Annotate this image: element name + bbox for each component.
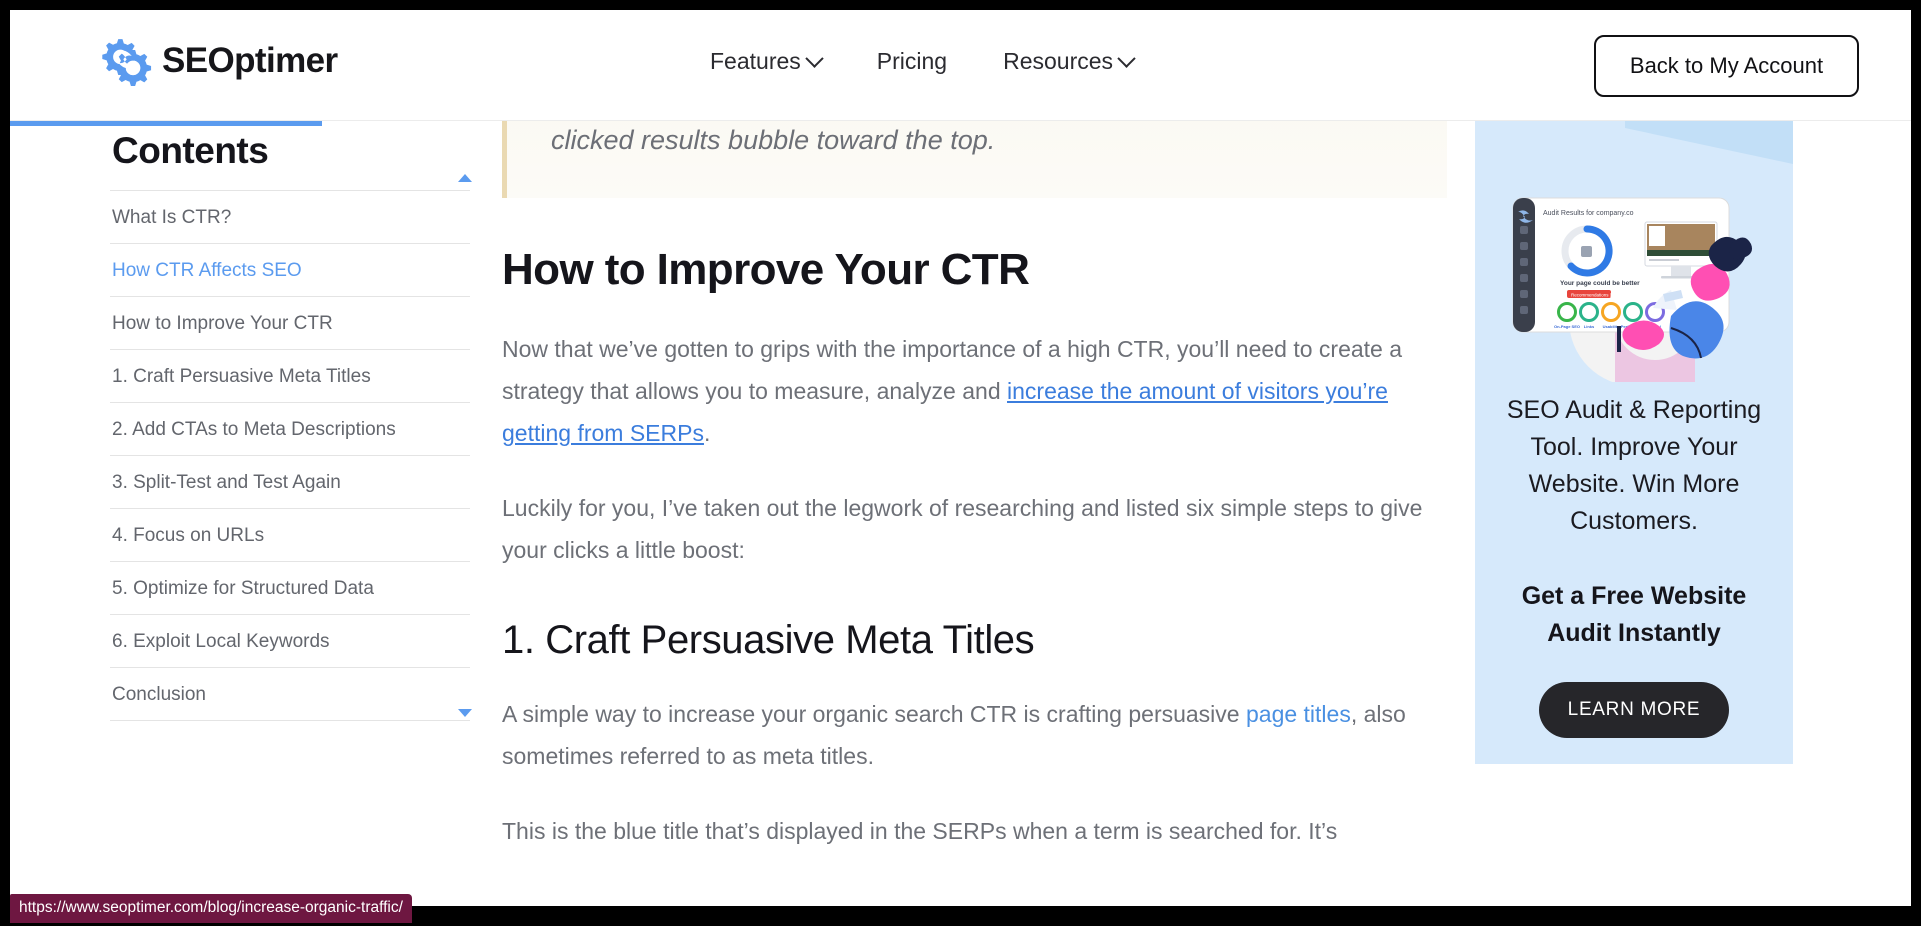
- paragraph-blue-title: This is the blue title that’s displayed …: [502, 818, 1338, 844]
- toc-item-optimize-for-structured-data[interactable]: 5. Optimize for Structured Data: [110, 562, 470, 615]
- toc-item-exploit-local-keywords[interactable]: 6. Exploit Local Keywords: [110, 615, 470, 668]
- sidebar-ad[interactable]: Audit Results for company.co Your page c…: [1475, 120, 1793, 764]
- paragraph-six-steps: Luckily for you, I’ve taken out the legw…: [502, 495, 1423, 563]
- status-bar-url: https://www.seoptimer.com/blog/increase-…: [10, 894, 412, 923]
- toc-item-conclusion[interactable]: Conclusion: [110, 668, 470, 721]
- browser-viewport: SEOptimer Features Pricing Resources Bac…: [10, 10, 1911, 906]
- toc-list: What Is CTR? How CTR Affects SEO How to …: [110, 190, 470, 721]
- nav-item-features[interactable]: Features: [710, 48, 824, 75]
- chevron-down-icon: [1117, 49, 1136, 68]
- svg-text:Audit Results for company.co: Audit Results for company.co: [1543, 210, 1634, 217]
- paragraph-intro: Now that we’ve gotten to grips with the …: [502, 328, 1447, 454]
- toc-item-craft-persuasive-meta-titles[interactable]: 1. Craft Persuasive Meta Titles: [110, 350, 470, 403]
- site-logo[interactable]: SEOptimer: [98, 34, 338, 88]
- table-of-contents: Contents What Is CTR? How CTR Affects SE…: [110, 126, 472, 721]
- logo-wordmark: SEOptimer: [162, 41, 338, 80]
- article-body: clicked results bubble toward the top. H…: [502, 116, 1447, 885]
- back-to-my-account-button[interactable]: Back to My Account: [1594, 35, 1859, 97]
- nav-label-features: Features: [710, 48, 801, 74]
- nav-item-pricing[interactable]: Pricing: [877, 48, 947, 75]
- nav-label-resources: Resources: [1003, 48, 1114, 74]
- toc-item-focus-on-urls[interactable]: 4. Focus on URLs: [110, 509, 470, 562]
- triangle-down-icon[interactable]: [458, 709, 472, 717]
- svg-text:Your page could be better: Your page could be better: [1560, 280, 1640, 287]
- toc-item-what-is-ctr[interactable]: What Is CTR?: [110, 191, 470, 244]
- section-heading-how-to-improve-your-ctr: How to Improve Your CTR: [502, 245, 1030, 294]
- ad-headline: SEO Audit & Reporting Tool. Improve Your…: [1506, 396, 1762, 535]
- toc-item-split-test-and-test-again[interactable]: 3. Split-Test and Test Again: [110, 456, 470, 509]
- triangle-up-icon[interactable]: [458, 174, 472, 182]
- main-navigation: Features Pricing Resources: [710, 48, 1136, 75]
- toc-item-add-ctas-to-meta-descriptions[interactable]: 2. Add CTAs to Meta Descriptions: [110, 403, 470, 456]
- gear-logo-icon: [102, 39, 152, 86]
- toc-item-how-ctr-affects-seo[interactable]: How CTR Affects SEO: [110, 244, 470, 297]
- link-page-titles[interactable]: page titles: [1246, 701, 1351, 727]
- toc-title: Contents: [112, 130, 269, 171]
- svg-text:Links: Links: [1584, 324, 1595, 329]
- ad-subhead: Get a Free Website Audit Instantly: [1521, 582, 1747, 647]
- paragraph-page-titles-text-a: A simple way to increase your organic se…: [502, 701, 1246, 727]
- ad-learn-more-button[interactable]: LEARN MORE: [1539, 682, 1729, 738]
- chevron-down-icon: [805, 49, 824, 68]
- svg-text:Recommendations (13): Recommendations (13): [1571, 293, 1618, 298]
- toc-item-how-to-improve-your-ctr[interactable]: How to Improve Your CTR: [110, 297, 470, 350]
- pull-quote: clicked results bubble toward the top.: [502, 116, 1447, 198]
- page-content: Contents What Is CTR? How CTR Affects SE…: [10, 116, 1911, 906]
- nav-label-pricing: Pricing: [876, 48, 948, 74]
- paragraph-page-titles: A simple way to increase your organic se…: [502, 693, 1447, 777]
- svg-text:On-Page SEO: On-Page SEO: [1554, 324, 1580, 329]
- paragraph-intro-text-b: .: [703, 420, 711, 446]
- section-heading-craft-persuasive-meta-titles: 1. Craft Persuasive Meta Titles: [502, 618, 1035, 662]
- site-header: SEOptimer Features Pricing Resources Bac…: [10, 10, 1911, 121]
- seo-audit-dashboard-illustration: Audit Results for company.co Your page c…: [1475, 120, 1793, 382]
- nav-item-resources[interactable]: Resources: [1003, 48, 1136, 75]
